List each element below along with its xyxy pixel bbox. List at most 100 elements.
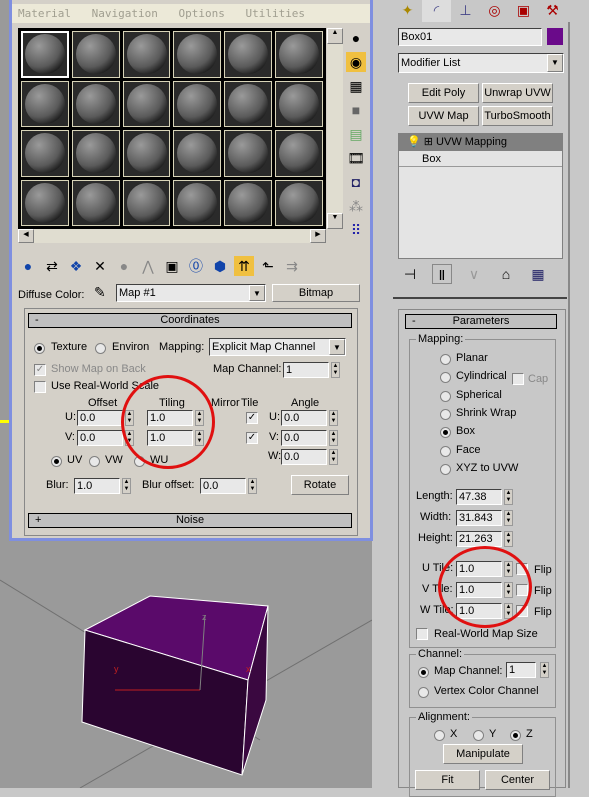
parameters-rollout-header[interactable]: - Parameters (405, 314, 557, 329)
display-tab-icon[interactable]: ▣ (509, 0, 538, 22)
material-effects-channel-icon[interactable]: ⓪ (186, 256, 206, 276)
mapping-xyz-to-uvw-radio[interactable] (440, 463, 451, 475)
cap-checkbox[interactable] (512, 373, 524, 385)
put-to-library-icon[interactable]: ▣ (162, 256, 182, 276)
motion-tab-icon[interactable]: ◎ (480, 0, 509, 22)
sample-slot[interactable] (275, 130, 323, 177)
hierarchy-tab-icon[interactable]: ⊥ (451, 0, 480, 22)
sample-slot[interactable] (275, 80, 323, 127)
manipulate-button[interactable]: Manipulate (443, 744, 523, 764)
utilities-tab-icon[interactable]: ⚒ (538, 0, 567, 22)
map-channel-input[interactable]: 1 (283, 362, 329, 378)
map-channel-input[interactable]: 1 (506, 662, 536, 678)
go-to-parent-icon[interactable]: ⬑ (258, 256, 278, 276)
sample-slot[interactable] (224, 130, 273, 177)
align-x-radio[interactable] (434, 730, 445, 741)
chevron-down-icon[interactable]: ▼ (329, 339, 345, 355)
pin-stack-icon[interactable]: ⊣ (400, 264, 420, 284)
make-unique-icon[interactable]: ⋀ (138, 256, 158, 276)
sample-slot[interactable] (71, 31, 120, 78)
center-button[interactable]: Center (485, 770, 550, 790)
blur-offset-spinner[interactable]: ▲ ▼ (248, 478, 257, 494)
vertex-color-channel-radio[interactable] (418, 687, 429, 698)
backlight-icon[interactable]: ◉ (346, 52, 366, 72)
uv-radio[interactable] (51, 456, 62, 467)
angle-v-spinner[interactable]: ▲ ▼ (329, 430, 338, 446)
sample-slot[interactable] (173, 179, 222, 226)
sample-slot[interactable] (173, 130, 222, 177)
show-end-result-icon[interactable]: ⇈ (234, 256, 254, 276)
reset-map-icon[interactable]: ✕ (90, 256, 110, 276)
coordinates-rollout-header[interactable]: - Coordinates (28, 313, 352, 328)
sample-slot[interactable] (224, 80, 273, 127)
menu-material[interactable]: Material (18, 7, 71, 20)
menu-options[interactable]: Options (178, 7, 224, 20)
real-world-scale-checkbox[interactable] (34, 381, 46, 393)
align-z-radio[interactable] (510, 730, 521, 741)
vw-radio[interactable] (89, 456, 100, 467)
show-map-in-viewport-icon[interactable]: ⬢ (210, 256, 230, 276)
blur-spinner[interactable]: ▲ ▼ (122, 478, 131, 494)
height-input[interactable]: 21.263 (456, 531, 502, 547)
sample-slot[interactable] (122, 130, 171, 177)
menu-navigation[interactable]: Navigation (92, 7, 158, 20)
get-material-icon[interactable]: ● (18, 256, 38, 276)
make-copy-icon[interactable]: ● (114, 256, 134, 276)
mapping-box-radio[interactable] (440, 427, 451, 439)
material-navigator-icon[interactable]: ⠿ (346, 220, 366, 240)
remove-modifier-icon[interactable]: ⌂ (496, 264, 516, 284)
texture-radio[interactable] (34, 343, 45, 354)
map-channel-radio[interactable] (418, 667, 429, 678)
scroll-left-icon[interactable]: ◀ (18, 229, 34, 243)
assign-to-selection-icon[interactable]: ❖ (66, 256, 86, 276)
make-preview-icon[interactable]: 🎞 (346, 148, 366, 168)
mapping-spherical-radio[interactable] (440, 390, 451, 402)
scroll-right-icon[interactable]: ▶ (310, 229, 326, 243)
offset-v-input[interactable]: 0.0 (77, 430, 123, 446)
create-tab-icon[interactable]: ✦ (393, 0, 422, 22)
sample-slot[interactable] (275, 179, 323, 226)
chevron-down-icon[interactable]: ▼ (249, 285, 265, 301)
sample-slot[interactable] (122, 80, 171, 127)
show-end-result-icon[interactable]: Ⅱ (432, 264, 452, 284)
height-spinner[interactable]: ▲ ▼ (504, 531, 513, 547)
video-color-check-icon[interactable]: ▤ (346, 124, 366, 144)
offset-u-input[interactable]: 0.0 (77, 410, 123, 426)
bitmap-button[interactable]: Bitmap (272, 284, 360, 302)
width-input[interactable]: 31.843 (456, 510, 502, 526)
edit-poly-button[interactable]: Edit Poly (408, 83, 479, 103)
length-input[interactable]: 47.38 (456, 489, 502, 505)
menu-utilities[interactable]: Utilities (245, 7, 305, 20)
eyedropper-icon[interactable]: ✎ (94, 284, 106, 301)
mapping-dropdown[interactable]: Explicit Map Channel ▼ (209, 338, 346, 356)
sample-slot[interactable] (173, 80, 222, 127)
tile-u-checkbox[interactable]: ✓ (246, 412, 258, 424)
scroll-down-icon[interactable]: ▼ (327, 213, 343, 229)
unwrap-uvw-button[interactable]: Unwrap UVW (482, 83, 553, 103)
sample-slot[interactable] (21, 80, 69, 127)
object-color-swatch[interactable] (547, 28, 563, 45)
go-forward-to-sibling-icon[interactable]: ⇉ (282, 256, 302, 276)
stack-item-uvw-mapping[interactable]: 💡 ⊞ UVW Mapping (399, 134, 562, 151)
turbosmooth-button[interactable]: TurboSmooth (482, 106, 553, 126)
vertical-scrollbar[interactable]: ▲ ▼ (327, 28, 343, 229)
length-spinner[interactable]: ▲ ▼ (504, 489, 513, 505)
show-map-on-back-checkbox[interactable]: ✓ (34, 364, 46, 376)
align-y-radio[interactable] (473, 730, 484, 741)
sample-slot[interactable] (122, 179, 171, 226)
angle-u-input[interactable]: 0.0 (281, 410, 327, 426)
sample-slot[interactable] (71, 130, 120, 177)
map-channel-spinner[interactable]: ▲ ▼ (331, 362, 340, 378)
mapping-planar-radio[interactable] (440, 354, 451, 365)
blur-input[interactable]: 1.0 (74, 478, 120, 494)
angle-w-spinner[interactable]: ▲ ▼ (329, 449, 338, 465)
modifier-list-dropdown[interactable]: Modifier List ▼ (398, 53, 564, 73)
width-spinner[interactable]: ▲ ▼ (504, 510, 513, 526)
uvw-map-button[interactable]: UVW Map (408, 106, 479, 126)
rotate-button[interactable]: Rotate (291, 475, 349, 495)
real-world-map-size-checkbox[interactable] (416, 628, 428, 640)
sample-slot[interactable] (275, 31, 323, 78)
map-name-field[interactable]: Map #1 ▼ (116, 284, 266, 302)
noise-rollout-header[interactable]: + Noise (28, 513, 352, 528)
sample-slot[interactable] (21, 179, 69, 226)
